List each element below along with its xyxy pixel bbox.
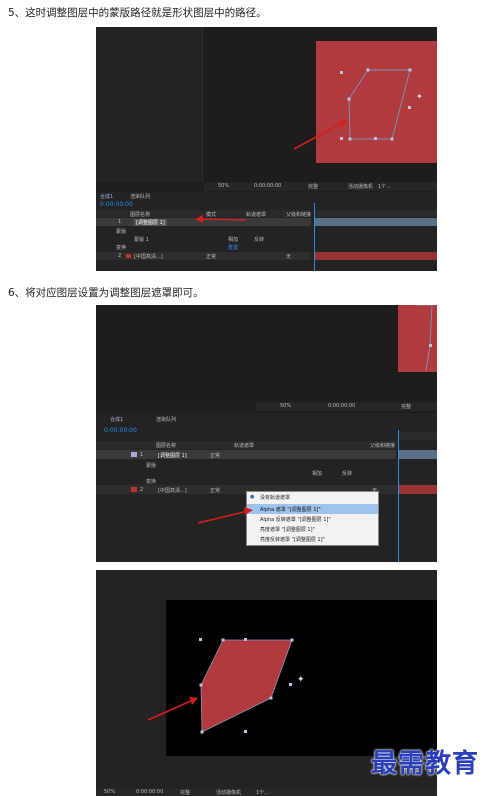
timeline-arrow bbox=[195, 215, 247, 223]
view-select[interactable]: 1个... bbox=[256, 789, 269, 796]
red-arrow bbox=[147, 699, 194, 721]
step-5-text: 5、这时调整图层中的蒙版路径就是形状图层中的路径。 bbox=[8, 7, 267, 19]
screenshot-step-5: ✦ 50% 0:00:00:00 完整 活动摄像机 1个... 合成1 渲染队列… bbox=[96, 27, 437, 271]
anchor-icon: ✦ bbox=[297, 675, 305, 685]
zoom-value[interactable]: 50% bbox=[104, 789, 115, 795]
menu-arrow bbox=[197, 507, 253, 524]
camera-select[interactable]: 活动摄像机 bbox=[216, 789, 241, 796]
masked-shape bbox=[200, 639, 293, 733]
step-6-text: 6、将对应图层设置为调整图层遮罩即可。 bbox=[8, 287, 204, 299]
timecode[interactable]: 0:00:00:00 bbox=[136, 789, 163, 795]
screenshot-step-6: 50% 0:00:00:00 完整 合成1 渲染队列 0:00:00:00 图层… bbox=[96, 305, 437, 562]
quality-select[interactable]: 完整 bbox=[180, 789, 190, 796]
watermark-logo: 最需教育 bbox=[370, 749, 479, 779]
